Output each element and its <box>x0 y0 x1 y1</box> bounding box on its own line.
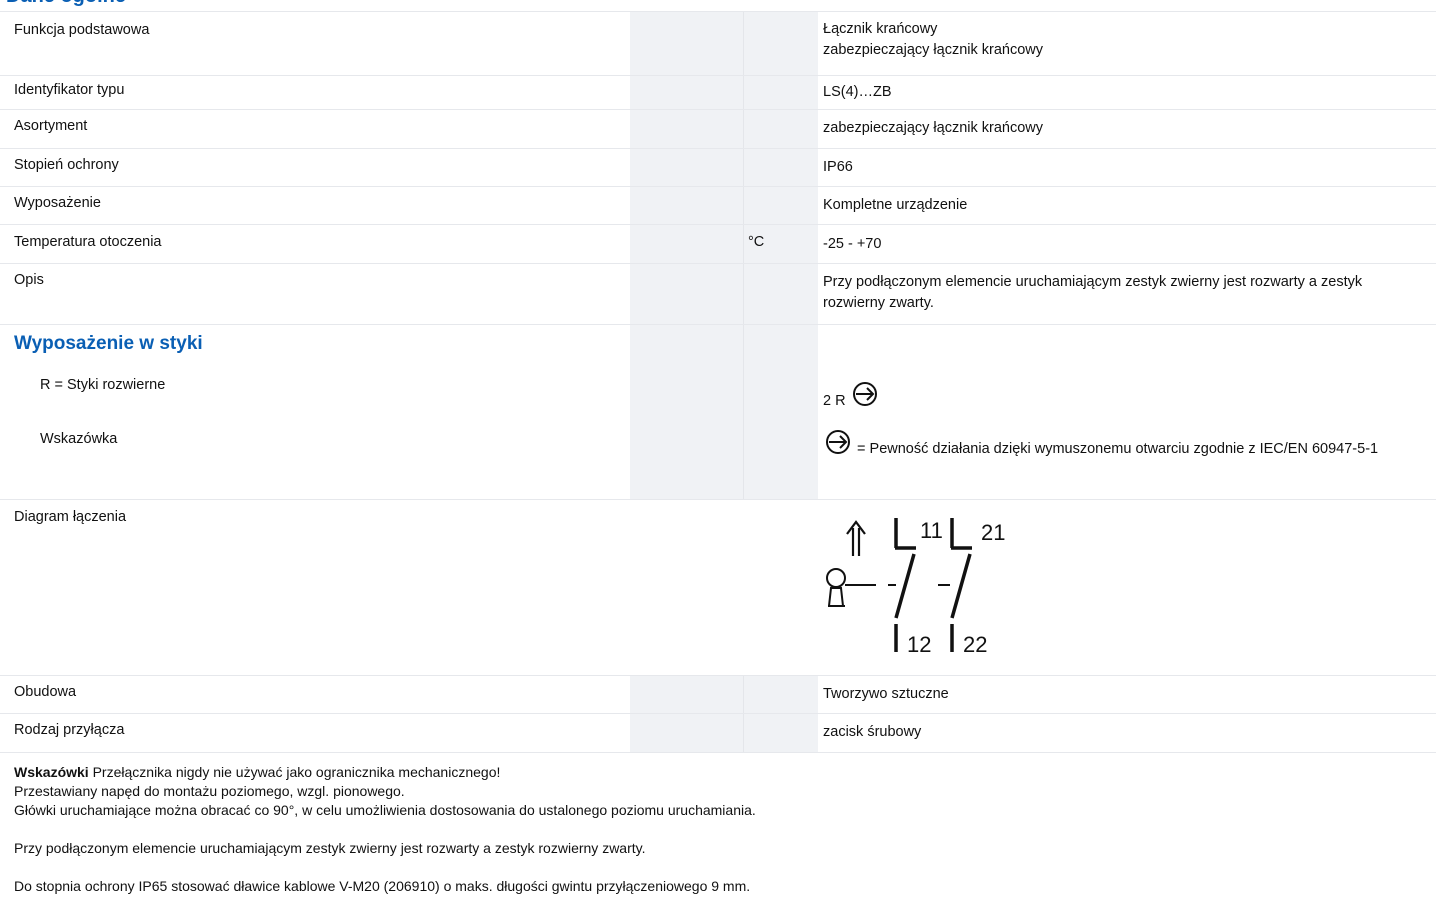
table-row-switching-diagram: Diagram łączenia 11 21 12 22 <box>0 500 1436 676</box>
row-label: Wskazówka <box>40 431 118 447</box>
section-title: Dane ogólne <box>6 0 126 8</box>
row-value: IP66 <box>823 159 853 175</box>
table-row-protection-degree: Stopień ochrony IP66 <box>0 149 1436 187</box>
note-text: = Pewność działania dzięki wymuszonemu o… <box>857 441 1379 457</box>
row-label: Funkcja podstawowa <box>14 22 150 38</box>
unit-column-bg <box>630 714 818 752</box>
row-label: Stopień ochrony <box>14 157 119 173</box>
unit-column-bg <box>630 367 818 421</box>
roller-actuator-icon <box>826 568 950 607</box>
column-divider <box>743 225 744 263</box>
unit-column-bg <box>630 149 818 186</box>
column-divider <box>743 714 744 752</box>
unit-column-bg <box>630 500 818 675</box>
column-divider <box>743 12 744 75</box>
table-row-description: Opis Przy podłączonym elemencie uruchami… <box>0 264 1436 325</box>
notes-block: Wskazówki Przełącznika nigdy nie używać … <box>14 763 756 896</box>
row-label: Obudowa <box>14 684 77 700</box>
notes-heading: Wskazówki <box>14 764 89 780</box>
column-divider <box>743 187 744 224</box>
notes-line-2: Przestawiany napęd do montażu poziomego,… <box>14 783 405 799</box>
terminal-label: 12 <box>907 632 931 657</box>
row-value: Przy podłączonym elemencie uruchamiający… <box>823 274 1363 311</box>
terminal-label: 11 <box>920 518 943 543</box>
notes-line-3: Główki uruchamiające można obracać co 90… <box>14 802 756 818</box>
column-divider <box>743 421 744 499</box>
unit-column-bg <box>630 76 818 109</box>
unit-column-bg <box>630 325 818 367</box>
row-label: Temperatura otoczenia <box>14 234 162 250</box>
unit-column-bg <box>630 676 818 713</box>
section-contacts-header: Wyposażenie w styki <box>0 325 1436 367</box>
notes-text: Przełącznika nigdy nie używać jako ogran… <box>92 764 501 780</box>
row-value: zabezpieczający łącznik krańcowy <box>823 120 1044 136</box>
row-value: zacisk śrubowy <box>823 724 922 740</box>
table-row-nc-contacts: R = Styki rozwierne 2 R <box>0 367 1436 421</box>
column-divider <box>743 76 744 109</box>
switching-diagram: 11 21 12 22 <box>826 518 1005 657</box>
unit-column-bg <box>630 110 818 148</box>
notes-paragraph-2: Przy podłączonym elemencie uruchamiający… <box>14 840 646 856</box>
row-label: R = Styki rozwierne <box>40 377 166 393</box>
row-value: -25 - +70 <box>823 236 882 252</box>
notes-paragraph-3: Do stopnia ochrony IP65 stosować dławice… <box>14 878 751 894</box>
column-divider <box>743 110 744 148</box>
row-value: Kompletne urządzenie <box>823 197 968 213</box>
unit-column-bg <box>630 421 818 499</box>
column-divider <box>743 149 744 186</box>
row-value: Łącznik krańcowy zabezpieczający łącznik… <box>823 19 1413 61</box>
column-divider <box>743 676 744 713</box>
table-row-equipment: Wyposażenie Kompletne urządzenie <box>0 187 1436 225</box>
row-value: LS(4)…ZB <box>823 84 892 100</box>
terminal-label: 21 <box>981 520 1005 545</box>
column-divider <box>743 325 744 367</box>
row-value-line-1: Łącznik krańcowy <box>823 21 938 37</box>
positive-opening-icon <box>826 430 850 454</box>
top-section-header: Dane ogólne <box>0 0 1436 12</box>
unit-column-bg <box>630 187 818 224</box>
table-row-assortment: Asortyment zabezpieczający łącznik krańc… <box>0 110 1436 149</box>
row-label: Opis <box>14 272 44 288</box>
table-row-basic-function: Funkcja podstawowa Łącznik krańcowy zabe… <box>0 12 1436 76</box>
terminal-label: 22 <box>963 632 987 657</box>
table-row-note: Wskazówka = Pewność działania dzięki wym… <box>0 421 1436 500</box>
table-row-ambient-temperature: Temperatura otoczenia °C -25 - +70 <box>0 225 1436 264</box>
section-title-contacts: Wyposażenie w styki <box>14 333 203 354</box>
unit-column-bg <box>630 264 818 324</box>
table-row-connection-type: Rodzaj przyłącza zacisk śrubowy <box>0 714 1436 753</box>
notes-line-1: Wskazówki Przełącznika nigdy nie używać … <box>14 763 756 782</box>
row-label: Diagram łączenia <box>14 509 127 525</box>
row-value: = Pewność działania dzięki wymuszonemu o… <box>823 429 1413 460</box>
contacts-count: 2 R <box>823 393 846 409</box>
table-row-housing: Obudowa Tworzywo sztuczne <box>0 676 1436 714</box>
row-label: Identyfikator typu <box>14 82 125 98</box>
row-label: Rodzaj przyłącza <box>14 722 125 738</box>
column-divider <box>743 264 744 324</box>
row-value: Tworzywo sztuczne <box>823 686 949 702</box>
positive-opening-icon <box>852 382 877 406</box>
table-row-type-identifier: Identyfikator typu LS(4)…ZB <box>0 76 1436 110</box>
row-value-line-2: zabezpieczający łącznik krańcowy <box>823 42 1044 58</box>
row-label: Wyposażenie <box>14 195 101 211</box>
row-unit: °C <box>748 234 765 250</box>
row-label: Asortyment <box>14 118 88 134</box>
unit-column-bg <box>630 12 818 75</box>
actuation-arrow-icon <box>846 520 866 556</box>
row-value: 2 R <box>823 381 1413 412</box>
column-divider <box>743 367 744 421</box>
unit-column-bg <box>630 225 818 263</box>
